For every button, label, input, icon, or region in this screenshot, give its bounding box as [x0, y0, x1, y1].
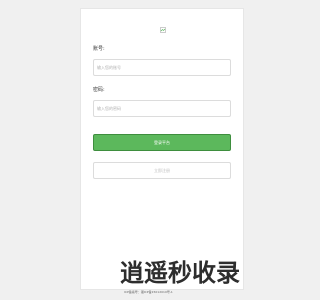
password-label: 密码:: [93, 87, 105, 93]
icp-footer[interactable]: ICP备案号：湘ICP备15012010号-1: [124, 290, 173, 294]
login-card: 账号: 输入您的账号 密码: 输入您的密码 登录平台 立即注册: [80, 8, 244, 290]
account-input[interactable]: 输入您的账号: [93, 59, 231, 76]
password-placeholder: 输入您的密码: [97, 106, 121, 111]
broken-image-icon: [160, 27, 166, 33]
account-label: 账号:: [93, 46, 105, 52]
register-button[interactable]: 立即注册: [93, 162, 231, 179]
login-page: 账号: 输入您的账号 密码: 输入您的密码 登录平台 立即注册 逍遥秒收录 IC…: [0, 0, 300, 300]
password-input[interactable]: 输入您的密码: [93, 100, 231, 117]
login-button[interactable]: 登录平台: [93, 134, 231, 151]
watermark-text: 逍遥秒收录: [120, 259, 240, 287]
account-placeholder: 输入您的账号: [97, 65, 121, 70]
